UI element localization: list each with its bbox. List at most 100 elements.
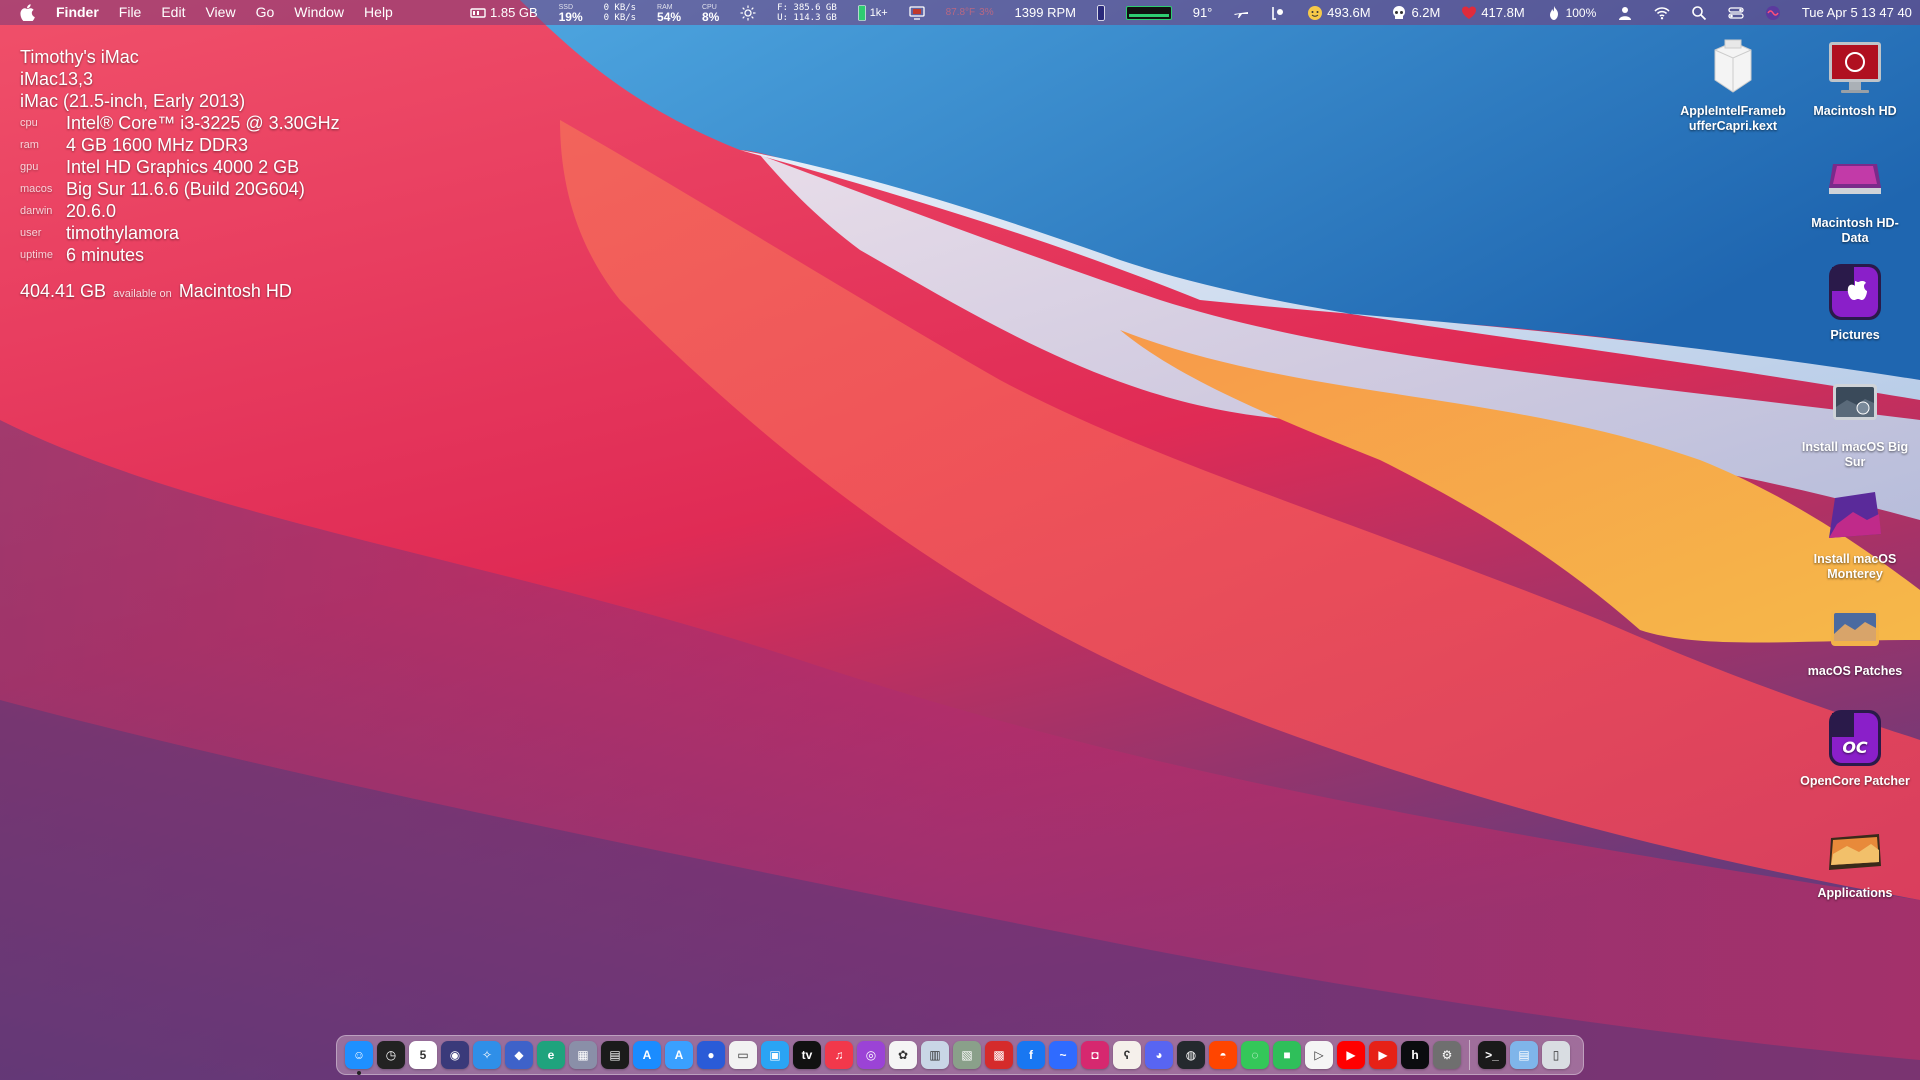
menu-window[interactable]: Window <box>284 0 354 25</box>
apple-tv-icon[interactable]: tv <box>793 1041 821 1069</box>
app-store-icon[interactable]: A <box>633 1041 661 1069</box>
bracket-icon <box>1272 6 1284 20</box>
apple-card-icon[interactable]: ▭ <box>729 1041 757 1069</box>
menu-edit[interactable]: Edit <box>151 0 195 25</box>
hulu-icon[interactable]: h <box>1401 1041 1429 1069</box>
monitor-widget[interactable] <box>909 5 925 21</box>
desktop-icon-macintosh-hd-data[interactable]: Macintosh HD-Data <box>1800 148 1910 246</box>
music-icon[interactable]: ♫ <box>825 1041 853 1069</box>
photos-icon[interactable]: ✿ <box>889 1041 917 1069</box>
youtube-icon[interactable]: ▶ <box>1337 1041 1365 1069</box>
youtube-alt-icon[interactable]: ▶ <box>1369 1041 1397 1069</box>
cpu-history-graph[interactable] <box>1125 5 1172 20</box>
desktop-icon-install-monterey[interactable]: Install macOS Monterey <box>1800 484 1910 582</box>
facebook-icon[interactable]: f <box>1017 1041 1045 1069</box>
siri-icon[interactable]: ◉ <box>441 1041 469 1069</box>
apple-menu-icon[interactable] <box>18 0 36 25</box>
photo-booth-icon[interactable]: ▩ <box>985 1041 1013 1069</box>
desktop-icon-label: macOS Patches <box>1807 664 1903 678</box>
desktop-icon-macintosh-hd[interactable]: Macintosh HD <box>1800 36 1910 119</box>
facetime-icon[interactable]: ■ <box>1273 1041 1301 1069</box>
applications-icon <box>1829 834 1881 870</box>
disk-stat[interactable]: F: 385.6 GB U: 114.3 GB <box>777 3 837 23</box>
finder-icon[interactable]: ☺ <box>345 1041 373 1075</box>
disk-available-amount: 404.41 GB <box>20 281 107 301</box>
vertical-battery-icon <box>1096 4 1105 21</box>
siri-button[interactable] <box>1765 5 1781 21</box>
temperature-widget[interactable]: 87.8°F 3% <box>946 7 994 18</box>
widgets-icon[interactable]: ▤ <box>601 1041 629 1069</box>
stat-b-widget[interactable]: 6.2M <box>1391 5 1440 21</box>
trash-icon[interactable]: ▯ <box>1542 1041 1570 1069</box>
control-center-button[interactable] <box>1728 5 1744 21</box>
preview-icon[interactable]: ▥ <box>921 1041 949 1069</box>
notification-widget[interactable] <box>1270 5 1286 21</box>
opencore-icon: OC <box>1829 710 1881 766</box>
downloads-icon[interactable]: ▤ <box>1510 1041 1538 1069</box>
brightness-control[interactable] <box>740 5 756 21</box>
desktop-icon-install-big-sur[interactable]: Install macOS Big Sur <box>1800 372 1910 470</box>
podcasts-icon[interactable]: ◎ <box>857 1041 885 1069</box>
desktop-icon-applications[interactable]: Applications <box>1800 818 1910 901</box>
desktop-icon-opencore-patcher[interactable]: OC OpenCore Patcher <box>1800 706 1910 789</box>
desktop-icon-kext[interactable]: AppleIntelFramebufferCapri.kext <box>1678 36 1788 134</box>
disk-volume-name: Macintosh HD <box>178 281 292 301</box>
menu-app-name[interactable]: Finder <box>46 0 109 25</box>
screen-icon[interactable]: ▣ <box>761 1041 789 1069</box>
bear-icon[interactable]: ʕ <box>1113 1041 1141 1069</box>
image-capture-icon[interactable]: ▧ <box>953 1041 981 1069</box>
menu-go[interactable]: Go <box>246 0 285 25</box>
memory-free-value: 1.85 GB <box>490 5 538 20</box>
messages-icon[interactable]: ◌ <box>1241 1041 1269 1069</box>
spotlight-button[interactable] <box>1691 5 1707 21</box>
reddit-icon[interactable]: ◓ <box>1209 1041 1237 1069</box>
system-preferences-icon[interactable]: ⚙ <box>1433 1041 1461 1069</box>
xcode-icon[interactable]: A <box>665 1041 693 1069</box>
stat-c-widget[interactable]: 417.8M <box>1461 5 1525 21</box>
terminal-icon[interactable]: >_ <box>1478 1041 1506 1069</box>
fan-speed[interactable]: 1399 RPM <box>1015 5 1076 20</box>
battery-status[interactable]: 100% <box>1546 5 1596 21</box>
edge-icon[interactable]: e <box>537 1041 565 1069</box>
ram-value: 54% <box>657 9 682 24</box>
search-icon <box>1692 5 1707 20</box>
patches-icon <box>1831 610 1879 646</box>
calendar-icon[interactable]: 5 <box>409 1041 437 1069</box>
utility-icon[interactable]: ◆ <box>505 1041 533 1069</box>
battery-vertical[interactable] <box>1096 4 1105 21</box>
safari-icon[interactable]: ✧ <box>473 1041 501 1069</box>
github-icon[interactable]: ◍ <box>1177 1041 1205 1069</box>
net-up-value: 0 KB/s <box>603 2 637 13</box>
desktop-icon-pictures[interactable]: Pictures <box>1800 260 1910 343</box>
desktop-icon-macos-patches[interactable]: macOS Patches <box>1800 596 1910 679</box>
user-menu[interactable] <box>1617 5 1633 21</box>
battery-widget[interactable]: 1k+ <box>857 4 888 21</box>
menu-file[interactable]: File <box>109 0 152 25</box>
network-stat[interactable]: 0 KB/s 0 KB/s <box>604 3 637 23</box>
stat-a-widget[interactable]: 493.6M <box>1307 5 1371 21</box>
weather-temp[interactable]: 91° <box>1193 5 1213 20</box>
wifi-menu[interactable] <box>1654 5 1670 21</box>
messenger-icon[interactable]: ~ <box>1049 1041 1077 1069</box>
ssd-stat[interactable]: SSD 19% <box>559 3 583 23</box>
sysinfo-key: cpu <box>20 117 38 129</box>
control-center-icon <box>1728 6 1744 19</box>
memory-stat[interactable]: 1.85 GB <box>470 5 538 21</box>
desktop-icon-label: AppleIntelFramebufferCapri.kext <box>1680 104 1786 133</box>
clock[interactable]: Tue Apr 5 13 47 40 <box>1802 5 1912 20</box>
clock-icon[interactable]: ◷ <box>377 1041 405 1069</box>
sysinfo-row: macos Big Sur 11.6.6 (Build 20G604) <box>20 178 340 200</box>
play-icon[interactable]: ▷ <box>1305 1041 1333 1069</box>
sysinfo-key: darwin <box>20 205 53 217</box>
instagram-icon[interactable]: ◘ <box>1081 1041 1109 1069</box>
menu-help[interactable]: Help <box>354 0 403 25</box>
discord-icon[interactable]: ◕ <box>1145 1041 1173 1069</box>
feedback-icon[interactable]: ● <box>697 1041 725 1069</box>
menu-view[interactable]: View <box>195 0 245 25</box>
cpu-stat[interactable]: CPU 8% <box>702 3 719 23</box>
menu-bar-left: Finder File Edit View Go Window Help <box>8 0 403 25</box>
airplane-widget[interactable] <box>1233 5 1249 21</box>
ram-stat[interactable]: RAM 54% <box>657 3 681 23</box>
stat-c-value: 417.8M <box>1481 5 1525 20</box>
launchpad-icon[interactable]: ▦ <box>569 1041 597 1069</box>
